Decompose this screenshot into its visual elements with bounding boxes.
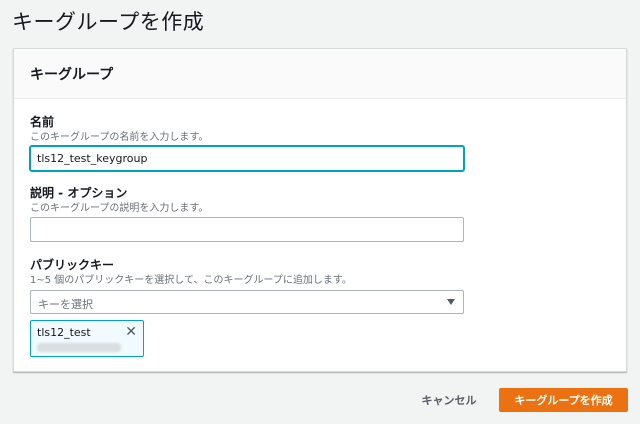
description-field-labels: 説明 - オプション このキーグループの説明を入力します。: [30, 185, 208, 216]
key-group-panel: キーグループ 名前 このキーグループの名前を入力します。 説明 - オプション …: [13, 48, 627, 372]
token-subtitle-redacted: [37, 343, 121, 352]
cancel-button[interactable]: キャンセル: [410, 388, 488, 412]
create-key-group-button[interactable]: キーグループを作成: [499, 388, 628, 412]
public-key-field-labels: パブリックキー 1~5 個のパブリックキーを選択して、このキーグループに追加しま…: [30, 257, 352, 288]
public-key-select[interactable]: キーを選択: [30, 290, 464, 314]
panel-header: キーグループ: [14, 49, 626, 99]
close-icon[interactable]: ✕: [125, 324, 137, 340]
public-key-label: パブリックキー: [30, 258, 115, 272]
name-field-labels: 名前 このキーグループの名前を入力します。: [30, 114, 208, 145]
description-description: このキーグループの説明を入力します。: [30, 203, 209, 214]
public-key-description: 1~5 個のパブリックキーを選択して、このキーグループに追加します。: [30, 275, 352, 286]
page-title: キーグループを作成: [12, 10, 205, 34]
description-label: 説明 - オプション: [30, 186, 128, 200]
name-description: このキーグループの名前を入力します。: [30, 132, 209, 143]
description-input[interactable]: [30, 217, 464, 242]
name-input[interactable]: [30, 146, 464, 171]
name-label: 名前: [30, 115, 55, 129]
token-name: tls12_test: [37, 326, 91, 339]
select-placeholder: キーを選択: [38, 298, 93, 311]
selected-key-token: tls12_test ✕: [30, 320, 144, 357]
caret-down-icon: [447, 299, 455, 305]
